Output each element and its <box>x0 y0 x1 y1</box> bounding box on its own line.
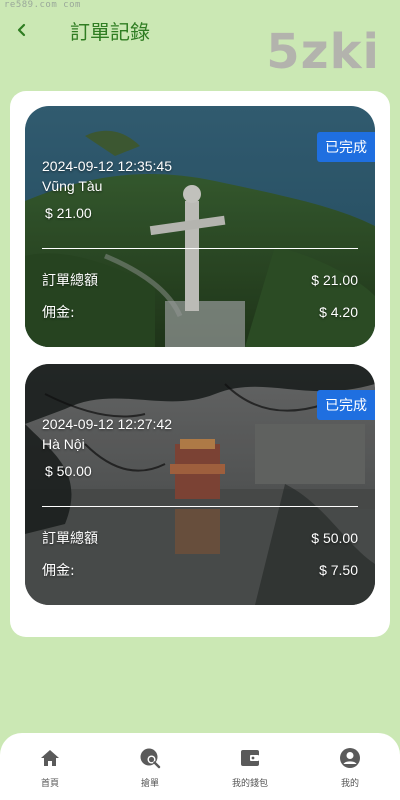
nav-item-home[interactable]: 首頁 <box>5 747 95 789</box>
back-button[interactable] <box>10 18 34 42</box>
user-icon <box>339 747 361 769</box>
wallet-icon <box>239 747 261 769</box>
watermark-text: re589.com com <box>4 0 81 10</box>
order-destination: Hà Nội <box>42 436 85 452</box>
divider <box>42 506 358 507</box>
order-datetime: 2024-09-12 12:27:42 <box>42 416 172 432</box>
order-card[interactable]: 已完成 2024-09-12 12:35:45 Vũng Tàu $ 21.00… <box>25 106 375 347</box>
commission-label: 佣金: <box>42 305 75 321</box>
order-card[interactable]: 已完成 2024-09-12 12:27:42 Hà Nội $ 50.00 訂… <box>25 364 375 605</box>
nav-label: 我的錢包 <box>231 779 268 789</box>
nav-label: 搶單 <box>140 779 159 789</box>
nav-label: 我的 <box>340 779 359 789</box>
nav-item-profile[interactable]: 我的 <box>305 747 395 789</box>
nav-item-wallet[interactable]: 我的錢包 <box>205 747 295 789</box>
order-datetime: 2024-09-12 12:35:45 <box>42 158 172 174</box>
search-globe-icon <box>139 747 161 769</box>
total-label: 訂單總額 <box>42 273 98 289</box>
order-destination: Vũng Tàu <box>42 178 103 194</box>
header: 訂單記錄 <box>0 12 400 52</box>
total-label: 訂單總額 <box>42 531 98 547</box>
commission-value: $ 7.50 <box>319 562 358 578</box>
nav-label: 首頁 <box>40 779 59 789</box>
order-price: $ 21.00 <box>45 205 92 221</box>
nav-item-grab-order[interactable]: 搶單 <box>105 747 195 789</box>
status-badge: 已完成 <box>317 132 375 162</box>
page-title: 訂單記錄 <box>70 22 150 44</box>
chevron-left-icon <box>17 23 26 37</box>
commission-value: $ 4.20 <box>319 304 358 320</box>
commission-label: 佣金: <box>42 563 75 579</box>
divider <box>42 248 358 249</box>
orders-panel: 已完成 2024-09-12 12:35:45 Vũng Tàu $ 21.00… <box>10 91 390 637</box>
home-icon <box>39 747 61 769</box>
total-value: $ 50.00 <box>311 530 358 546</box>
status-badge: 已完成 <box>317 390 375 420</box>
order-price: $ 50.00 <box>45 463 92 479</box>
total-value: $ 21.00 <box>311 272 358 288</box>
bottom-nav: 首頁 搶單 我的錢包 我的 <box>0 733 400 800</box>
